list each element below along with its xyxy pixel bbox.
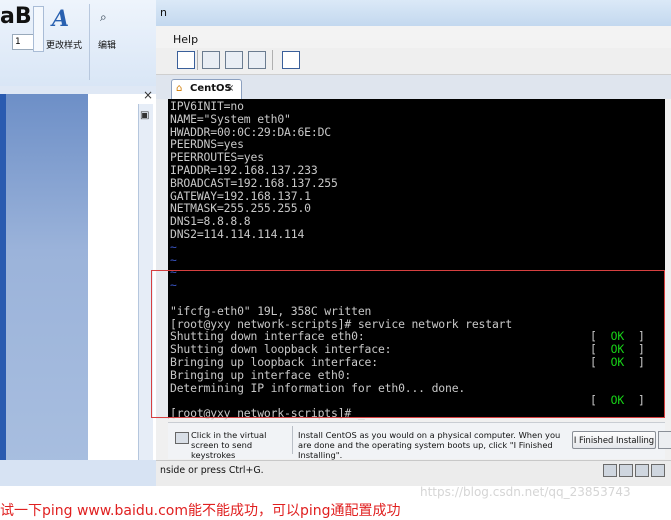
install-hint: Install CentOS as you would on a physica… — [298, 430, 561, 460]
keystroke-hint: Click in the virtual screen to send keys… — [191, 430, 267, 460]
pane-close-icon[interactable]: × — [143, 88, 153, 102]
ruler-toggle-icon[interactable]: ▣ — [140, 110, 149, 121]
annotation-highlight-box — [151, 270, 665, 418]
console-view-icon[interactable] — [282, 51, 300, 69]
change-styles-icon[interactable]: A — [52, 6, 69, 32]
config-line: DNS2=114.114.114.114 — [170, 227, 305, 241]
cdrom-icon[interactable] — [619, 464, 633, 477]
word-page[interactable] — [88, 94, 138, 486]
menu-help[interactable]: Help — [173, 33, 198, 46]
config-line: IPV6INIT=no — [170, 99, 244, 113]
config-line: IPADDR=192.168.137.233 — [170, 163, 318, 177]
full-screen-icon[interactable] — [225, 51, 243, 69]
config-line: BROADCAST=192.168.137.255 — [170, 175, 338, 190]
word-pane-header — [0, 86, 160, 94]
vmware-menubar — [156, 26, 671, 48]
binoculars-icon[interactable]: ⌕ — [100, 10, 107, 25]
network-icon[interactable] — [635, 464, 649, 477]
ribbon-style-scroll[interactable] — [33, 6, 44, 52]
finished-installing-button[interactable]: I Finished Installing — [572, 431, 656, 449]
word-status-bar — [0, 460, 160, 486]
toolbar-separator — [197, 50, 198, 70]
tab-close-icon[interactable]: × — [226, 83, 234, 94]
ribbon-divider — [89, 4, 90, 80]
vi-tilde: ~ — [170, 239, 177, 254]
help-button[interactable] — [658, 431, 671, 449]
unity-icon[interactable] — [248, 51, 266, 69]
usb-icon[interactable] — [651, 464, 665, 477]
config-line: NAME="System eth0" — [170, 111, 291, 126]
ribbon-number-field[interactable]: 1 — [12, 34, 34, 50]
toolbar-separator — [272, 50, 273, 70]
show-library-icon[interactable] — [177, 51, 195, 69]
window-title: n — [160, 6, 167, 19]
vm-home-icon: ⌂ — [176, 83, 183, 94]
editing-button[interactable]: 编辑 — [98, 38, 116, 51]
ribbon-font-sample[interactable]: aB — [0, 4, 32, 29]
info-divider — [292, 426, 293, 454]
watermark: https://blog.csdn.net/qq_23853743 — [420, 485, 631, 499]
status-text: nside or press Ctrl+G. — [160, 465, 264, 476]
thumbnail-view-icon[interactable] — [202, 51, 220, 69]
disk-icon[interactable] — [603, 464, 617, 477]
vmware-titlebar — [156, 0, 671, 26]
annotation-caption: 试一下ping www.baidu.com能不能成功，可以ping通配置成功 — [0, 503, 401, 519]
word-document-background — [6, 94, 88, 486]
keyboard-mouse-icon — [175, 432, 189, 444]
change-styles-button[interactable]: 更改样式 — [46, 38, 82, 51]
